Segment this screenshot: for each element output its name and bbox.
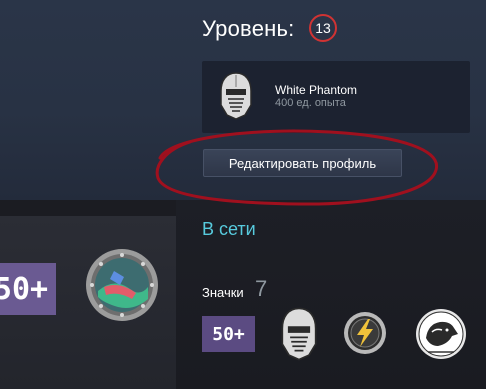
porthole-icon[interactable] xyxy=(84,247,160,323)
helmet-icon xyxy=(220,72,252,120)
edit-profile-label: Редактировать профиль xyxy=(228,155,377,171)
showcase-badge-50-plus[interactable]: 50+ xyxy=(0,263,56,315)
lightning-coin-icon[interactable] xyxy=(343,311,387,355)
badges-count[interactable]: 7 xyxy=(255,276,267,302)
edit-profile-button[interactable]: Редактировать профиль xyxy=(203,149,402,177)
level-badge: 13 xyxy=(309,14,337,42)
badges-label[interactable]: Значки xyxy=(202,285,244,300)
featured-badge-xp: 400 ед. опыта xyxy=(275,97,346,109)
level-label: Уровень: xyxy=(202,16,295,41)
fifty-plus-badge[interactable]: 50+ xyxy=(202,316,255,352)
showcase-badge-50-text: 50+ xyxy=(0,271,49,307)
helmet-icon[interactable] xyxy=(279,306,319,362)
level-value: 13 xyxy=(315,20,331,36)
featured-badge-name: White Phantom xyxy=(275,83,358,97)
diamond-dogs-icon[interactable] xyxy=(414,308,468,360)
fifty-plus-badge-text: 50+ xyxy=(212,323,245,345)
badge-showcase: 50+ xyxy=(0,216,176,389)
online-status: В сети xyxy=(202,219,256,239)
